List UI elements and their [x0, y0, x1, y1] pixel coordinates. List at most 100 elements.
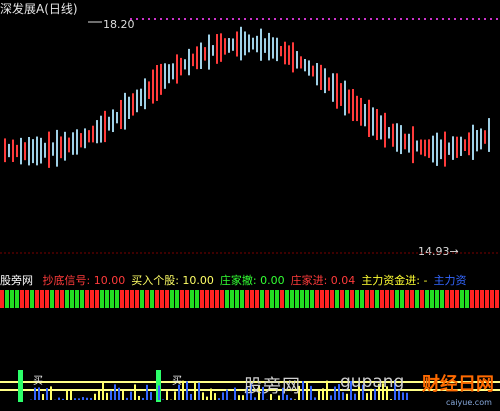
stripe-segment [135, 290, 139, 308]
stripe-segment [300, 290, 304, 308]
signal-dot [172, 18, 174, 20]
signal-dot [490, 18, 492, 20]
volume-bar [198, 382, 200, 400]
signal-dot [190, 18, 192, 20]
candlestick [396, 123, 398, 152]
stripe-segment [415, 290, 419, 308]
candlestick [484, 130, 486, 144]
volume-bar [366, 393, 368, 400]
signal-dot [466, 18, 468, 20]
candlestick [264, 38, 266, 53]
candlestick [216, 34, 218, 64]
stripe-segment [90, 290, 94, 308]
candlestick [304, 58, 306, 72]
stripe-segment [365, 290, 369, 308]
logo-subtext: caiyue.com [446, 398, 492, 407]
candlestick [320, 64, 322, 90]
candlestick [276, 37, 278, 62]
stripe-segment [10, 290, 14, 308]
stripe-segment [345, 290, 349, 308]
candlestick [112, 109, 114, 133]
signal-dot [442, 18, 444, 20]
stripe-segment [250, 290, 254, 308]
candlestick [404, 133, 406, 150]
stripe-segment [280, 290, 284, 308]
watermark-url: gupang [340, 372, 405, 392]
stripe-segment [430, 290, 434, 308]
volume-bar [190, 393, 192, 400]
candlestick [420, 139, 422, 155]
volume-bar [202, 392, 204, 400]
volume-bar [322, 388, 324, 400]
candlestick [344, 80, 346, 116]
candlestick [232, 38, 234, 51]
candlestick [256, 35, 258, 53]
candlestick [464, 139, 466, 152]
volume-bar [58, 397, 60, 400]
stripe-segment [390, 290, 394, 308]
candlestick [64, 131, 66, 161]
price-chart[interactable] [0, 0, 500, 260]
candlestick [368, 99, 370, 137]
stripe-segment [120, 290, 124, 308]
signal-dot [232, 18, 234, 20]
stripe-segment [20, 290, 24, 308]
stripe-segment [85, 290, 89, 308]
volume-bar [50, 386, 52, 400]
stripe-segment [100, 290, 104, 308]
stripe-segment [435, 290, 439, 308]
stripe-segment [80, 290, 84, 308]
stripe-segment [65, 290, 69, 308]
stripe-segment [30, 290, 34, 308]
stripe-segment [170, 290, 174, 308]
stripe-segment [225, 290, 229, 308]
candlestick [52, 142, 54, 156]
candlestick [448, 142, 450, 155]
stripe-segment [480, 290, 484, 308]
signal-dot [166, 18, 168, 20]
candlestick [4, 138, 6, 163]
candlestick [28, 137, 30, 166]
candlestick [380, 115, 382, 140]
candlestick [460, 136, 462, 156]
indicator-item: 庄家撤: 0.00 [219, 274, 285, 287]
stripe-segment [335, 290, 339, 308]
signal-dot [220, 18, 222, 20]
signal-dot [214, 18, 216, 20]
stripe-segment [35, 290, 39, 308]
stripe-segment [385, 290, 389, 308]
candlestick [424, 139, 426, 157]
signal-dot [202, 18, 204, 20]
volume-bar [34, 387, 36, 400]
volume-bar [78, 398, 80, 400]
volume-bar [402, 392, 404, 400]
signal-dot [334, 18, 336, 20]
candlestick [268, 32, 270, 61]
stripe-segment [320, 290, 324, 308]
volume-bar [182, 380, 184, 400]
candlestick [136, 89, 138, 113]
volume-bar [126, 397, 128, 400]
volume-bar [98, 390, 100, 400]
stripe-segment [490, 290, 494, 308]
candlestick [24, 142, 26, 161]
candlestick [228, 38, 230, 53]
volume-bar [130, 391, 132, 400]
signal-dot [358, 18, 360, 20]
candlestick [140, 88, 142, 107]
candlestick [148, 81, 150, 99]
buy-spike [18, 370, 23, 402]
stripe-segment [70, 290, 74, 308]
stripe-segment [495, 290, 499, 308]
candlestick [240, 26, 242, 61]
candlestick [120, 99, 122, 130]
signal-dot [304, 18, 306, 20]
volume-bar [330, 395, 332, 400]
signal-stripe [0, 290, 499, 308]
candlestick [60, 136, 62, 159]
signal-dot [412, 18, 414, 20]
candlestick [332, 73, 334, 102]
volume-bar [134, 384, 136, 400]
candlestick [48, 131, 50, 168]
candlestick [244, 31, 246, 56]
